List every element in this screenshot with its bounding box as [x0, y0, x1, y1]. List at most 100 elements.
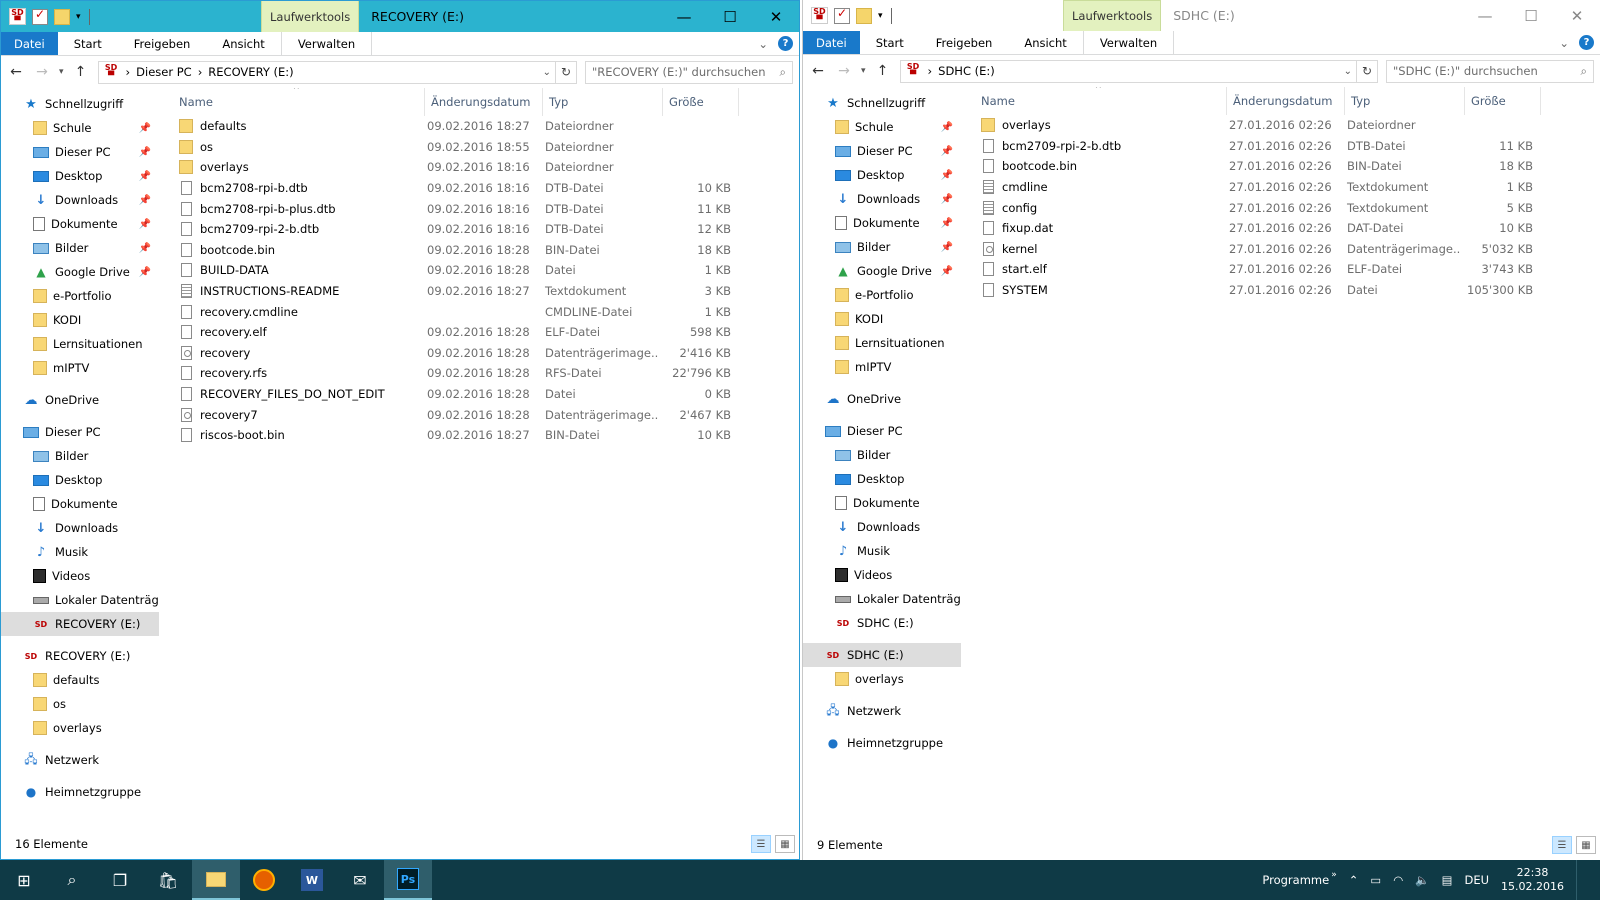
- recent-locations-icon[interactable]: ▾: [861, 66, 866, 76]
- file-row[interactable]: kernel 27.01.2016 02:26 Datenträgerimage..…: [961, 239, 1600, 260]
- maximize-button[interactable]: ☐: [707, 1, 753, 32]
- pin-icon[interactable]: 📌: [139, 267, 151, 278]
- file-row[interactable]: config 27.01.2016 02:26 Textdokument 5 KB: [961, 197, 1600, 218]
- file-row[interactable]: bcm2708-rpi-b-plus.dtb 09.02.2016 18:16 DT…: [159, 198, 799, 219]
- pin-icon[interactable]: 📌: [139, 147, 151, 158]
- address-bar[interactable]: SD ▀ › SDHC (E:) ⌄: [899, 59, 1357, 83]
- nav-item[interactable]: 🖧 Netzwerk: [803, 699, 961, 723]
- address-bar[interactable]: SD ▀ › Dieser PC › RECOVERY (E:) ⌄: [97, 60, 556, 84]
- large-icons-view-icon[interactable]: ▦: [775, 835, 795, 853]
- file-row[interactable]: BUILD-DATA 09.02.2016 18:28 Datei 1 KB: [159, 260, 799, 281]
- nav-item[interactable]: SD SDHC (E:): [803, 611, 961, 635]
- file-row[interactable]: fixup.dat 27.01.2016 02:26 DAT-Datei 10 KB: [961, 218, 1600, 239]
- nav-item[interactable]: ↓ Downloads 📌: [803, 187, 961, 211]
- nav-item[interactable]: Schule 📌: [1, 116, 159, 140]
- search-input[interactable]: "RECOVERY (E:)" durchsuchen ⌕: [585, 60, 793, 84]
- tab-ansicht[interactable]: Ansicht: [206, 32, 280, 55]
- pin-icon[interactable]: 📌: [139, 123, 151, 134]
- minimize-button[interactable]: —: [1462, 0, 1508, 31]
- file-row[interactable]: start.elf 27.01.2016 02:26 ELF-Datei 3'743 …: [961, 259, 1600, 280]
- help-icon[interactable]: ?: [1579, 35, 1594, 50]
- pin-icon[interactable]: 📌: [941, 218, 953, 229]
- file-row[interactable]: bootcode.bin 27.01.2016 02:26 BIN-Datei 18 …: [961, 156, 1600, 177]
- nav-item[interactable]: ★ Schnellzugriff: [1, 92, 159, 116]
- file-row[interactable]: recovery.cmdline CMDLINE-Datei 1 KB: [159, 301, 799, 322]
- nav-item[interactable]: SD RECOVERY (E:): [1, 644, 159, 668]
- file-row[interactable]: recovery.elf 09.02.2016 18:28 ELF-Datei 598…: [159, 322, 799, 343]
- nav-item[interactable]: overlays: [1, 716, 159, 740]
- nav-item[interactable]: KODI: [803, 307, 961, 331]
- nav-item[interactable]: ● Heimnetzgruppe: [803, 731, 961, 755]
- pin-icon[interactable]: 📌: [139, 219, 151, 230]
- nav-item[interactable]: overlays: [803, 667, 961, 691]
- tab-freigeben[interactable]: Freigeben: [920, 31, 1009, 54]
- nav-item[interactable]: Videos: [803, 563, 961, 587]
- minimize-button[interactable]: —: [661, 1, 707, 32]
- nav-item[interactable]: Lokaler Datenträger: [803, 587, 961, 611]
- clock[interactable]: 22:38 15.02.2016: [1501, 866, 1564, 894]
- word-icon[interactable]: W: [288, 860, 336, 900]
- pin-icon[interactable]: 📌: [139, 195, 151, 206]
- details-view-icon[interactable]: ☰: [751, 835, 771, 853]
- nav-item[interactable]: ● Heimnetzgruppe: [1, 780, 159, 804]
- file-row[interactable]: bcm2708-rpi-b.dtb 09.02.2016 18:16 DTB-Dat…: [159, 178, 799, 199]
- new-folder-icon[interactable]: [54, 8, 70, 25]
- toolbar-expand-icon[interactable]: »: [1331, 870, 1337, 880]
- nav-item[interactable]: ↓ Downloads: [803, 515, 961, 539]
- properties-icon[interactable]: [32, 7, 48, 25]
- new-folder-icon[interactable]: [856, 7, 872, 24]
- pin-icon[interactable]: 📌: [139, 243, 151, 254]
- start-icon[interactable]: ⊞: [0, 860, 48, 900]
- file-row[interactable]: recovery7 09.02.2016 18:28 Datenträgerimag…: [159, 404, 799, 425]
- nav-item[interactable]: e-Portfolio: [803, 283, 961, 307]
- nav-item[interactable]: ▲ Google Drive 📌: [1, 260, 159, 284]
- nav-item[interactable]: ♪ Musik: [1, 540, 159, 564]
- store-icon[interactable]: 🛍: [144, 860, 192, 900]
- column-size[interactable]: Größe: [1465, 87, 1541, 115]
- nav-item[interactable]: ★ Schnellzugriff: [803, 91, 961, 115]
- pin-icon[interactable]: 📌: [941, 194, 953, 205]
- column-type[interactable]: Typ: [1345, 87, 1465, 115]
- maximize-button[interactable]: ☐: [1508, 0, 1554, 31]
- nav-item[interactable]: ↓ Downloads 📌: [1, 188, 159, 212]
- expand-ribbon-icon[interactable]: ⌄: [1559, 36, 1569, 50]
- nav-item[interactable]: Schule 📌: [803, 115, 961, 139]
- nav-item[interactable]: os: [1, 692, 159, 716]
- nav-item[interactable]: Dokumente: [803, 491, 961, 515]
- nav-item[interactable]: ♪ Musik: [803, 539, 961, 563]
- tab-freigeben[interactable]: Freigeben: [118, 32, 207, 55]
- nav-item[interactable]: mIPTV: [1, 356, 159, 380]
- nav-item[interactable]: Lernsituationen: [1, 332, 159, 356]
- large-icons-view-icon[interactable]: ▦: [1576, 836, 1596, 854]
- breadcrumb-item[interactable]: RECOVERY (E:): [208, 65, 293, 79]
- nav-item[interactable]: SD RECOVERY (E:): [1, 612, 159, 636]
- file-row[interactable]: riscos-boot.bin 09.02.2016 18:27 BIN-Datei…: [159, 425, 799, 446]
- nav-item[interactable]: Dieser PC: [803, 419, 961, 443]
- file-row[interactable]: os 09.02.2016 18:55 Dateiordner: [159, 137, 799, 158]
- pin-icon[interactable]: 📌: [941, 266, 953, 277]
- title-bar[interactable]: SD▀ ▾ Laufwerktools RECOVERY (E:) — ☐ ✕: [1, 1, 799, 32]
- nav-item[interactable]: Desktop: [803, 467, 961, 491]
- file-row[interactable]: INSTRUCTIONS-README 09.02.2016 18:27 Textd…: [159, 281, 799, 302]
- chevron-down-icon[interactable]: ▾: [76, 12, 81, 22]
- nav-item[interactable]: Videos: [1, 564, 159, 588]
- tab-verwalten[interactable]: Verwalten: [280, 32, 373, 55]
- close-button[interactable]: ✕: [753, 1, 799, 32]
- file-row[interactable]: defaults 09.02.2016 18:27 Dateiordner: [159, 116, 799, 137]
- nav-item[interactable]: ☁ OneDrive: [803, 387, 961, 411]
- breadcrumb-separator[interactable]: ›: [126, 65, 131, 79]
- file-row[interactable]: bcm2709-rpi-2-b.dtb 27.01.2016 02:26 DTB-D…: [961, 136, 1600, 157]
- file-row[interactable]: RECOVERY_FILES_DO_NOT_EDIT 09.02.2016 18:…: [159, 384, 799, 405]
- properties-icon[interactable]: [834, 6, 850, 24]
- nav-item[interactable]: SD SDHC (E:): [803, 643, 961, 667]
- nav-item[interactable]: mIPTV: [803, 355, 961, 379]
- nav-item[interactable]: Desktop 📌: [803, 163, 961, 187]
- pin-icon[interactable]: 📌: [941, 146, 953, 157]
- nav-item[interactable]: Dieser PC 📌: [1, 140, 159, 164]
- breadcrumb-item[interactable]: Dieser PC: [136, 65, 192, 79]
- expand-ribbon-icon[interactable]: ⌄: [758, 37, 768, 51]
- mail-icon[interactable]: ✉: [336, 860, 384, 900]
- nav-item[interactable]: Lernsituationen: [803, 331, 961, 355]
- tab-datei[interactable]: Datei: [1, 32, 58, 55]
- file-row[interactable]: overlays 27.01.2016 02:26 Dateiordner: [961, 115, 1600, 136]
